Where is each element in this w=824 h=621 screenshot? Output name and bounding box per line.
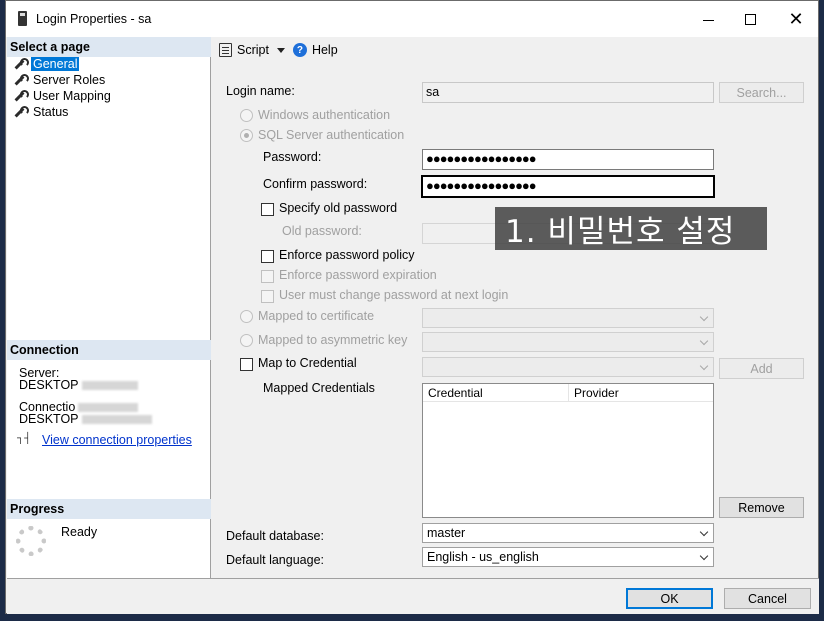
windows-auth-label: Windows authentication — [258, 108, 391, 122]
login-name-label: Login name: — [226, 84, 295, 98]
confirm-password-label: Confirm password: — [263, 177, 368, 191]
redacted-server — [81, 381, 138, 391]
left-pane: Select a page General Server Roles User … — [7, 37, 211, 578]
password-label: Password: — [263, 150, 322, 164]
general-page: Login name: sa Search... Windows authent… — [212, 63, 818, 578]
map-to-credential-checkbox[interactable] — [240, 358, 253, 371]
minimize-button[interactable] — [686, 5, 730, 33]
must-change-label: User must change password at next login — [279, 288, 509, 302]
mapped-asymmetric-key-label: Mapped to asymmetric key — [258, 333, 408, 347]
sql-auth-label: SQL Server authentication — [258, 128, 405, 142]
mapped-credentials-grid[interactable]: Credential Provider — [422, 383, 714, 518]
view-connection-properties[interactable]: View connection properties — [17, 433, 192, 447]
enforce-policy-checkbox[interactable] — [261, 250, 274, 263]
mapped-certificate-radio[interactable] — [240, 310, 253, 323]
default-database-value: master — [427, 526, 466, 540]
page-item-label: General — [31, 57, 80, 71]
search-button[interactable]: Search... — [719, 82, 804, 103]
ok-button[interactable]: OK — [626, 588, 713, 609]
mapped-credentials-label: Mapped Credentials — [263, 381, 375, 395]
grid-header: Credential Provider — [423, 384, 713, 402]
maximize-icon — [744, 13, 756, 25]
old-password-label: Old password: — [282, 224, 362, 238]
column-provider[interactable]: Provider — [569, 384, 624, 401]
chevron-down-icon — [699, 527, 709, 537]
script-dropdown-icon[interactable] — [276, 47, 285, 53]
maximize-button[interactable] — [728, 5, 772, 33]
default-database-label: Default database: — [226, 529, 324, 543]
asymmetric-key-combo[interactable] — [422, 332, 714, 352]
redacted-connection — [78, 403, 139, 413]
chevron-down-icon — [699, 312, 709, 322]
page-item-status[interactable]: Status — [13, 104, 70, 120]
window-title: Login Properties - sa — [36, 12, 152, 26]
cancel-button[interactable]: Cancel — [724, 588, 811, 609]
redacted-connection-value — [81, 415, 152, 425]
toolbar: Script ? Help — [212, 37, 818, 63]
progress-status: Ready — [61, 525, 98, 539]
script-button[interactable]: Script — [237, 43, 269, 57]
chevron-down-icon — [699, 336, 709, 346]
close-button[interactable]: ✕ — [774, 5, 818, 33]
specify-old-password-checkbox[interactable] — [261, 203, 274, 216]
remove-button[interactable]: Remove — [719, 497, 804, 518]
page-item-label: Status — [33, 105, 69, 119]
progress-header: Progress — [7, 499, 211, 519]
progress-spinner-icon — [16, 526, 46, 556]
chevron-down-icon — [699, 361, 709, 371]
page-item-label: User Mapping — [33, 89, 111, 103]
dialog-footer: OK Cancel — [7, 578, 819, 614]
wrench-icon — [13, 73, 29, 87]
wrench-icon — [13, 105, 29, 119]
minimize-icon — [702, 19, 714, 21]
chevron-down-icon — [699, 551, 709, 561]
page-item-server-roles[interactable]: Server Roles — [13, 72, 107, 88]
specify-old-password-label: Specify old password — [279, 201, 398, 215]
default-language-select[interactable]: English - us_english — [422, 547, 714, 567]
login-name-field[interactable]: sa — [422, 82, 714, 103]
default-language-value: English - us_english — [427, 550, 539, 564]
default-language-label: Default language: — [226, 553, 324, 567]
enforce-expiration-label: Enforce password expiration — [279, 268, 437, 282]
password-annotation: 1. 비밀번호 설정 — [495, 207, 767, 250]
connection-icon — [17, 433, 35, 446]
credential-combo[interactable] — [422, 357, 714, 377]
app-icon — [18, 11, 27, 26]
title-bar: Login Properties - sa ✕ — [6, 1, 818, 37]
help-icon: ? — [292, 43, 307, 57]
mapped-certificate-label: Mapped to certificate — [258, 309, 375, 323]
windows-auth-radio[interactable] — [240, 109, 253, 122]
default-database-select[interactable]: master — [422, 523, 714, 543]
sql-auth-radio[interactable] — [240, 129, 253, 142]
enforce-policy-label: Enforce password policy — [279, 248, 415, 262]
add-button[interactable]: Add — [719, 358, 804, 379]
help-button[interactable]: Help — [312, 43, 338, 57]
login-properties-window: Login Properties - sa ✕ Select a page Ge… — [5, 0, 819, 614]
page-item-label: Server Roles — [33, 73, 106, 87]
server-info: Server: DESKTOP — [19, 367, 138, 391]
confirm-password-field[interactable]: ●●●●●●●●●●●●●●●● — [421, 175, 715, 198]
wrench-icon — [13, 89, 29, 103]
page-item-general[interactable]: General — [13, 56, 80, 72]
certificate-combo[interactable] — [422, 308, 714, 328]
server-value: DESKTOP — [19, 378, 79, 392]
connection-value: DESKTOP — [19, 412, 79, 426]
enforce-expiration-checkbox[interactable] — [261, 270, 274, 283]
page-item-user-mapping[interactable]: User Mapping — [13, 88, 113, 104]
map-to-credential-label: Map to Credential — [258, 356, 357, 370]
password-field[interactable]: ●●●●●●●●●●●●●●●● — [422, 149, 714, 170]
script-icon — [219, 43, 232, 57]
column-credential[interactable]: Credential — [423, 384, 569, 401]
connection-info: Connectio DESKTOP — [19, 401, 152, 425]
close-icon: ✕ — [788, 9, 804, 29]
select-page-header: Select a page — [7, 37, 211, 57]
must-change-checkbox[interactable] — [261, 290, 274, 303]
connection-header: Connection — [7, 340, 211, 360]
wrench-icon — [13, 57, 29, 71]
view-connection-link[interactable]: View connection properties — [42, 433, 192, 447]
mapped-asymmetric-key-radio[interactable] — [240, 334, 253, 347]
